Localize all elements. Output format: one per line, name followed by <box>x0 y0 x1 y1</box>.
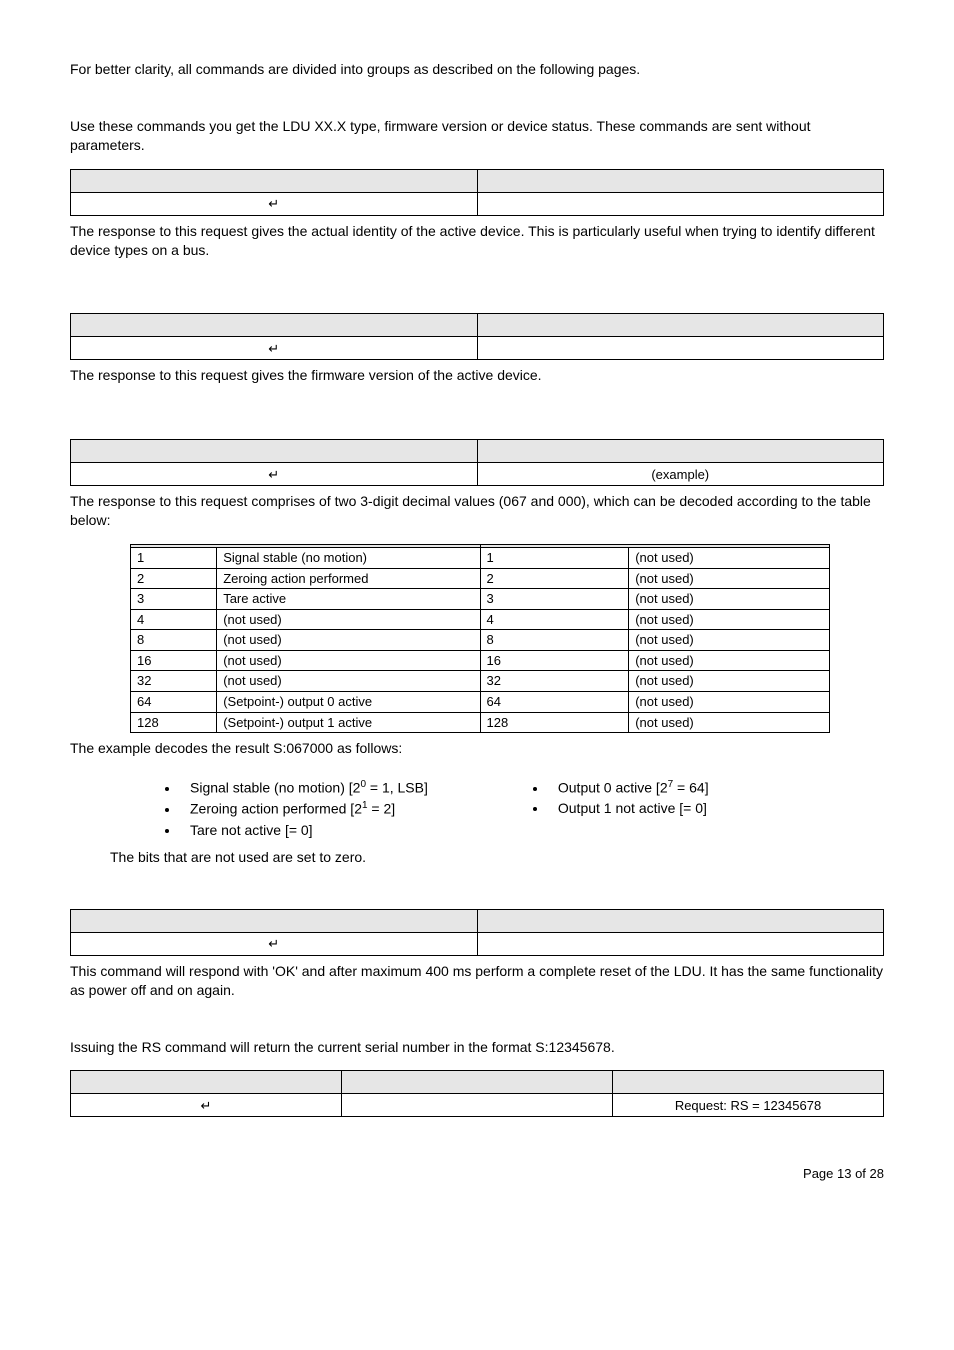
cell: 3 <box>131 589 217 610</box>
list-item: Zeroing action performed [21 = 2] <box>180 799 428 819</box>
cell: 128 <box>131 712 217 733</box>
example-cell: Request: RS = 12345678 <box>613 1094 884 1117</box>
cell: (not used) <box>217 650 480 671</box>
table-row: 32(not used)32(not used) <box>131 671 830 692</box>
cell: (Setpoint-) output 0 active <box>217 691 480 712</box>
cell: 64 <box>131 691 217 712</box>
cell: (not used) <box>217 609 480 630</box>
response-cell <box>342 1094 613 1117</box>
table-row: 8(not used)8(not used) <box>131 630 830 651</box>
table-row: 128(Setpoint-) output 1 active128(not us… <box>131 712 830 733</box>
paragraph: The response to this request gives the f… <box>70 366 884 385</box>
cell: 2 <box>480 568 629 589</box>
response-cell <box>477 337 884 360</box>
cell: 16 <box>131 650 217 671</box>
header-cell <box>71 314 478 337</box>
cell: (not used) <box>217 630 480 651</box>
command-table-identity: ↵ <box>70 169 884 216</box>
command-cell: ↵ <box>71 337 478 360</box>
cell: (not used) <box>217 671 480 692</box>
cell: 64 <box>480 691 629 712</box>
table-row: 1Signal stable (no motion)1(not used) <box>131 548 830 569</box>
cell: Zeroing action performed <box>217 568 480 589</box>
paragraph: The response to this request gives the a… <box>70 222 884 260</box>
cell: (not used) <box>629 609 830 630</box>
cell: Tare active <box>217 589 480 610</box>
table-row: 4(not used)4(not used) <box>131 609 830 630</box>
cell: (not used) <box>629 691 830 712</box>
cell: 1 <box>131 548 217 569</box>
cell: (not used) <box>629 548 830 569</box>
command-cell: ↵ <box>71 932 478 955</box>
cell: (not used) <box>629 589 830 610</box>
page-footer: Page 13 of 28 <box>70 1165 884 1183</box>
table-row: 3Tare active3(not used) <box>131 589 830 610</box>
cell: 1 <box>480 548 629 569</box>
cell: (not used) <box>629 630 830 651</box>
response-cell: (example) <box>477 463 884 486</box>
paragraph: Use these commands you get the LDU XX.X … <box>70 117 884 155</box>
cell: 4 <box>131 609 217 630</box>
header-cell <box>71 909 478 932</box>
decode-bullet-columns: Signal stable (no motion) [20 = 1, LSB] … <box>70 772 884 848</box>
cell: 2 <box>131 568 217 589</box>
table-row: 64(Setpoint-) output 0 active64(not used… <box>131 691 830 712</box>
header-cell <box>71 440 478 463</box>
status-decode-table: 1Signal stable (no motion)1(not used)2Ze… <box>130 544 830 733</box>
header-cell <box>477 909 884 932</box>
left-bullet-list: Signal stable (no motion) [20 = 1, LSB] … <box>180 778 428 842</box>
list-item: Output 1 not active [= 0] <box>548 799 709 818</box>
paragraph: This command will respond with 'OK' and … <box>70 962 884 1000</box>
header-cell <box>71 1071 342 1094</box>
header-cell <box>477 169 884 192</box>
cell: (not used) <box>629 712 830 733</box>
header-cell <box>477 440 884 463</box>
command-cell: ↵ <box>71 1094 342 1117</box>
response-cell <box>477 192 884 215</box>
command-table-rs: ↵ Request: RS = 12345678 <box>70 1070 884 1117</box>
table-row: 2Zeroing action performed2(not used) <box>131 568 830 589</box>
paragraph: Issuing the RS command will return the c… <box>70 1038 884 1057</box>
table-row: 16(not used)16(not used) <box>131 650 830 671</box>
cell: 16 <box>480 650 629 671</box>
cell: (not used) <box>629 671 830 692</box>
cell: 3 <box>480 589 629 610</box>
cell: 32 <box>480 671 629 692</box>
header-cell <box>613 1071 884 1094</box>
paragraph: For better clarity, all commands are div… <box>70 60 884 79</box>
paragraph: The example decodes the result S:067000 … <box>70 739 884 758</box>
cell: (not used) <box>629 568 830 589</box>
cell: (Setpoint-) output 1 active <box>217 712 480 733</box>
command-cell: ↵ <box>71 192 478 215</box>
cell: 8 <box>480 630 629 651</box>
command-table-firmware: ↵ <box>70 313 884 360</box>
response-cell <box>477 932 884 955</box>
cell: (not used) <box>629 650 830 671</box>
right-bullet-list: Output 0 active [27 = 64] Output 1 not a… <box>548 778 709 842</box>
cell: 128 <box>480 712 629 733</box>
header-cell <box>477 314 884 337</box>
cell: 8 <box>131 630 217 651</box>
header-cell <box>342 1071 613 1094</box>
command-cell: ↵ <box>71 463 478 486</box>
paragraph: The bits that are not used are set to ze… <box>110 848 884 867</box>
header-cell <box>71 169 478 192</box>
paragraph: The response to this request comprises o… <box>70 492 884 530</box>
cell: 32 <box>131 671 217 692</box>
list-item: Output 0 active [27 = 64] <box>548 778 709 798</box>
cell: Signal stable (no motion) <box>217 548 480 569</box>
command-table-status: ↵ (example) <box>70 439 884 486</box>
list-item: Signal stable (no motion) [20 = 1, LSB] <box>180 778 428 798</box>
command-table-reset: ↵ <box>70 909 884 956</box>
list-item: Tare not active [= 0] <box>180 821 428 840</box>
cell: 4 <box>480 609 629 630</box>
